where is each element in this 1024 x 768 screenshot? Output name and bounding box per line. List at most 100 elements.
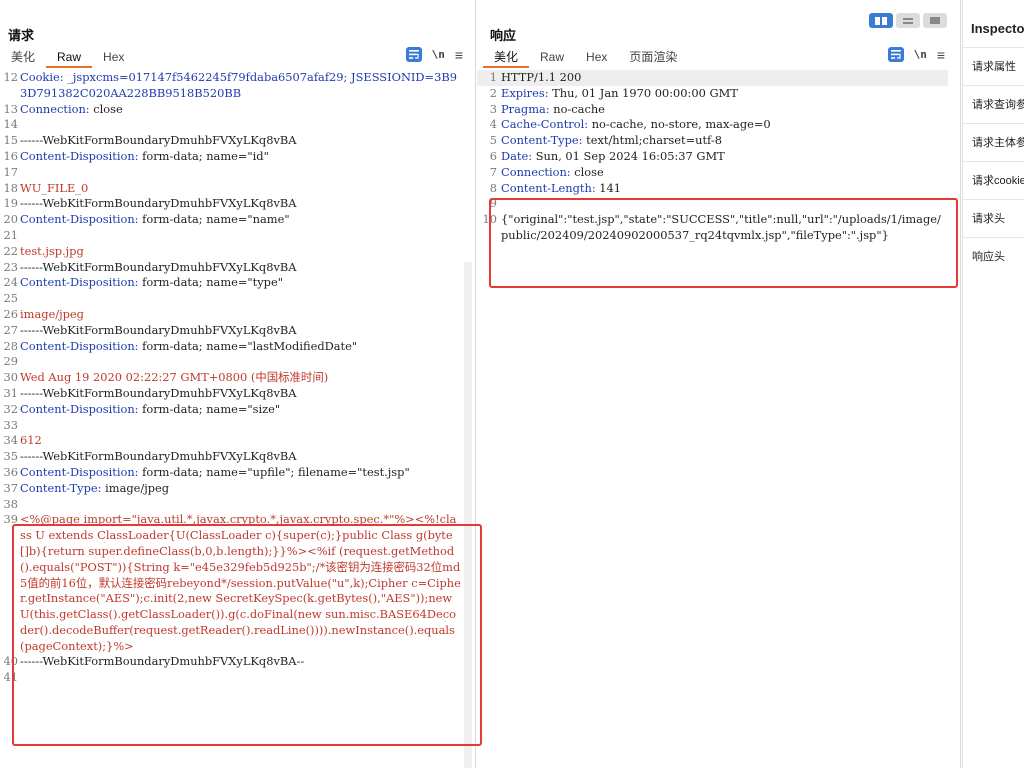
request-panel: 请求 美化 Raw Hex \n ≡ 12 Cookie: _jspxcms=01… xyxy=(0,0,476,768)
layout-single-icon[interactable] xyxy=(923,13,947,28)
line-value: ------WebKitFormBoundaryDmuhbFVXyLKq8vBA… xyxy=(20,654,305,669)
line-number: 37 xyxy=(3,480,19,495)
header-name: Expires: xyxy=(501,85,549,100)
line-number: 40 xyxy=(3,654,19,669)
response-line: 10 {"original":"test.jsp","state":"SUCCES… xyxy=(477,212,948,244)
line-number: 27 xyxy=(3,322,19,337)
line-text: ------WebKitFormBoundaryDmuhbFVXyLKq8vBA xyxy=(20,449,475,465)
line-value: {"original":"test.jsp","state":"SUCCESS"… xyxy=(501,212,941,242)
response-line: 5 Content-Type: text/html;charset=utf-8 xyxy=(477,133,948,149)
request-line: 40 ------WebKitFormBoundaryDmuhbFVXyLKq8v… xyxy=(0,654,475,670)
line-value: image/jpeg xyxy=(101,480,170,495)
line-number: 29 xyxy=(3,354,19,369)
request-tab-hex[interactable]: Hex xyxy=(92,49,135,68)
layout-toggle xyxy=(869,13,947,28)
line-text xyxy=(20,418,475,434)
line-number: 4 xyxy=(489,117,497,132)
line-text: Content-Type: text/html;charset=utf-8 xyxy=(499,133,948,149)
line-value xyxy=(20,670,24,684)
line-text: Cookie: _jspxcms=017147f5462245f79fdaba6… xyxy=(20,70,475,102)
line-value: form-data; name="name" xyxy=(138,212,290,227)
line-value: ------WebKitFormBoundaryDmuhbFVXyLKq8vBA xyxy=(20,385,297,400)
line-number: 21 xyxy=(3,227,19,242)
line-value: Thu, 01 Jan 1970 00:00:00 GMT xyxy=(548,85,738,100)
line-text xyxy=(20,291,475,307)
inspector-item-cookies[interactable]: 请求cookie xyxy=(963,161,1024,199)
line-value: form-data; name="type" xyxy=(138,275,283,290)
response-line: 4 Cache-Control: no-cache, no-store, max-… xyxy=(477,117,948,133)
request-menu-icon[interactable]: ≡ xyxy=(455,48,463,62)
request-line: 23 ------WebKitFormBoundaryDmuhbFVXyLKq8v… xyxy=(0,260,475,276)
line-text xyxy=(20,117,475,133)
response-tab-pretty[interactable]: 美化 xyxy=(483,49,530,68)
line-text: test.jsp.jpg xyxy=(20,244,475,260)
line-text: Content-Disposition: form-data; name="up… xyxy=(20,465,475,481)
show-newlines-button[interactable]: \n xyxy=(914,48,927,61)
header-name: Pragma: xyxy=(501,101,550,116)
line-text: Content-Disposition: form-data; name="id… xyxy=(20,149,475,165)
inspector-item-body-params[interactable]: 请求主体参数 xyxy=(963,123,1024,161)
response-tab-raw[interactable]: Raw xyxy=(529,49,575,68)
request-tab-raw[interactable]: Raw xyxy=(46,49,93,68)
header-name: Cookie: xyxy=(20,70,64,84)
inspector-item-request-headers[interactable]: 请求头 xyxy=(963,199,1024,237)
inspector-item-query-params[interactable]: 请求查询参数 xyxy=(963,85,1024,123)
line-value: ------WebKitFormBoundaryDmuhbFVXyLKq8vBA xyxy=(20,133,297,148)
header-name: Content-Disposition: xyxy=(20,338,139,353)
request-editor[interactable]: 12 Cookie: _jspxcms=017147f5462245f79fdab… xyxy=(0,70,475,768)
line-value: <%@page import="java.util.*,javax.crypto… xyxy=(20,512,461,653)
line-number: 25 xyxy=(3,291,19,306)
line-text: HTTP/1.1 200 xyxy=(499,70,948,86)
response-line: 2 Expires: Thu, 01 Jan 1970 00:00:00 GMT xyxy=(477,86,948,102)
request-line: 33 xyxy=(0,418,475,434)
line-number: 33 xyxy=(3,417,19,432)
inspector-item-request-attributes[interactable]: 请求属性 xyxy=(963,47,1024,85)
line-number: 17 xyxy=(3,164,19,179)
line-text: image/jpeg xyxy=(20,307,475,323)
show-newlines-button[interactable]: \n xyxy=(432,48,445,61)
request-line: 32 Content-Disposition: form-data; name="… xyxy=(0,402,475,418)
request-line: 34 612 xyxy=(0,433,475,449)
line-text: <%@page import="java.util.*,javax.crypto… xyxy=(20,512,475,654)
line-number: 12 xyxy=(3,70,19,84)
line-number: 28 xyxy=(3,338,19,353)
response-tab-hex[interactable]: Hex xyxy=(575,49,618,68)
response-tab-render[interactable]: 页面渲染 xyxy=(618,49,688,68)
line-number: 15 xyxy=(3,133,19,148)
request-scrollbar[interactable] xyxy=(464,262,472,768)
line-value xyxy=(20,117,24,131)
line-number: 9 xyxy=(489,196,497,211)
line-number: 34 xyxy=(3,433,19,448)
line-number: 35 xyxy=(3,449,19,464)
request-line: 14 xyxy=(0,117,475,133)
wrap-lines-icon[interactable] xyxy=(887,47,904,62)
request-line: 31 ------WebKitFormBoundaryDmuhbFVXyLKq8v… xyxy=(0,386,475,402)
line-text: ------WebKitFormBoundaryDmuhbFVXyLKq8vBA xyxy=(20,386,475,402)
header-name: Content-Type: xyxy=(20,480,102,495)
line-value: close xyxy=(570,164,604,179)
line-value xyxy=(20,165,24,179)
line-value: test.jsp.jpg xyxy=(20,243,84,258)
line-number: 36 xyxy=(3,464,19,479)
request-tab-pretty[interactable]: 美化 xyxy=(0,49,46,68)
header-name: Content-Disposition: xyxy=(20,148,139,163)
line-number: 2 xyxy=(489,85,497,100)
response-editor[interactable]: 1 HTTP/1.1 200 2 Expires: Thu, 01 Jan 1970 … xyxy=(477,70,948,768)
line-number: 24 xyxy=(3,275,19,290)
line-text: Content-Disposition: form-data; name="la… xyxy=(20,339,475,355)
wrap-lines-icon[interactable] xyxy=(405,47,422,62)
layout-horizontal-icon[interactable] xyxy=(896,13,920,28)
line-value xyxy=(20,418,24,432)
line-number: 16 xyxy=(3,148,19,163)
line-value: close xyxy=(89,101,123,116)
layout-split-icon[interactable] xyxy=(869,13,893,28)
line-text: Content-Type: image/jpeg xyxy=(20,481,475,497)
header-name: Content-Disposition: xyxy=(20,464,139,479)
inspector-item-response-headers[interactable]: 响应头 xyxy=(963,237,1024,275)
line-text: Connection: close xyxy=(499,165,948,181)
request-line: 21 xyxy=(0,228,475,244)
line-number: 32 xyxy=(3,401,19,416)
line-number: 41 xyxy=(3,670,19,685)
request-line: 26 image/jpeg xyxy=(0,307,475,323)
response-menu-icon[interactable]: ≡ xyxy=(937,48,945,62)
